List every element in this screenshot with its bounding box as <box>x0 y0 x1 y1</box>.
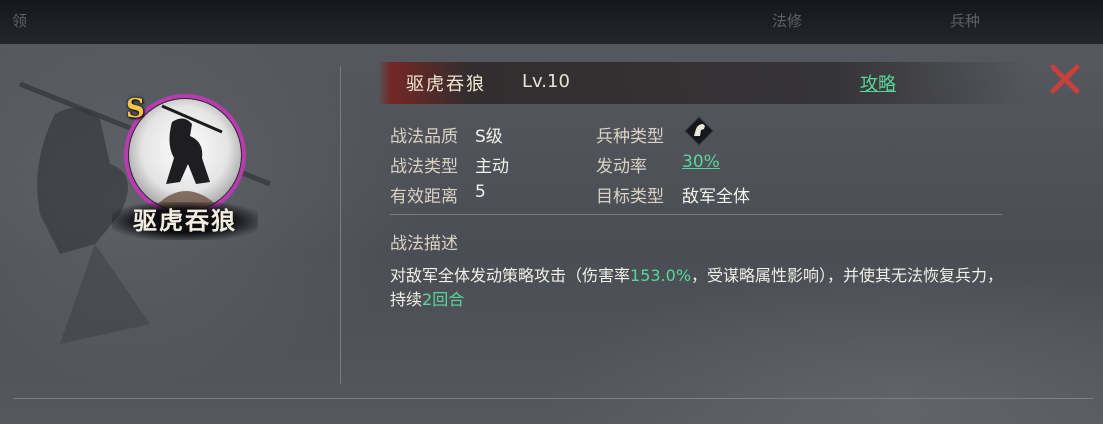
skill-title: 驱虎吞狼 <box>406 74 486 95</box>
portrait-name-plate: 驱虎吞狼 <box>112 202 258 240</box>
grade-badge: S <box>126 94 145 124</box>
background-text: 兵种 <box>950 12 981 30</box>
horse-head-icon <box>684 116 714 146</box>
description-text: 对敌军全体发动策略攻击（伤害率153.0%，受谋略属性影响），并使其无法恢复兵力… <box>390 264 1010 312</box>
skill-type-value: 主动 <box>475 157 509 177</box>
trigger-rate-value[interactable]: 30% <box>682 152 720 172</box>
skill-detail-panel: S 驱虎吞狼 驱虎吞狼 Lv.10 攻略 战法品质 S级 兵种类型 战法类型 主… <box>0 44 1103 424</box>
quality-value: S级 <box>475 127 503 147</box>
trigger-rate-label: 发动率 <box>596 157 647 177</box>
background-text: 领 <box>12 12 28 30</box>
bottom-divider <box>14 398 1094 399</box>
skill-type-label: 战法类型 <box>390 157 458 177</box>
range-label: 有效距离 <box>390 187 458 207</box>
description-title: 战法描述 <box>390 234 458 254</box>
target-type-label: 目标类型 <box>596 187 664 207</box>
quality-label: 战法品质 <box>390 127 458 147</box>
background-text: 法修 <box>772 12 803 30</box>
troop-type-label: 兵种类型 <box>596 127 664 147</box>
guide-link[interactable]: 攻略 <box>860 70 896 96</box>
target-type-value: 敌军全体 <box>682 187 750 207</box>
range-value: 5 <box>475 182 486 202</box>
background-top-bar: 领 法修 兵种 <box>0 0 1103 44</box>
damage-rate-value: 153.0% <box>630 266 692 285</box>
description-part1: 对敌军全体发动策略攻击（伤害率 <box>390 266 631 285</box>
skill-level: Lv.10 <box>522 71 570 92</box>
duration-value: 2回合 <box>422 290 465 309</box>
vertical-divider <box>340 66 341 384</box>
close-icon[interactable] <box>1048 62 1082 96</box>
section-divider <box>390 214 1002 215</box>
